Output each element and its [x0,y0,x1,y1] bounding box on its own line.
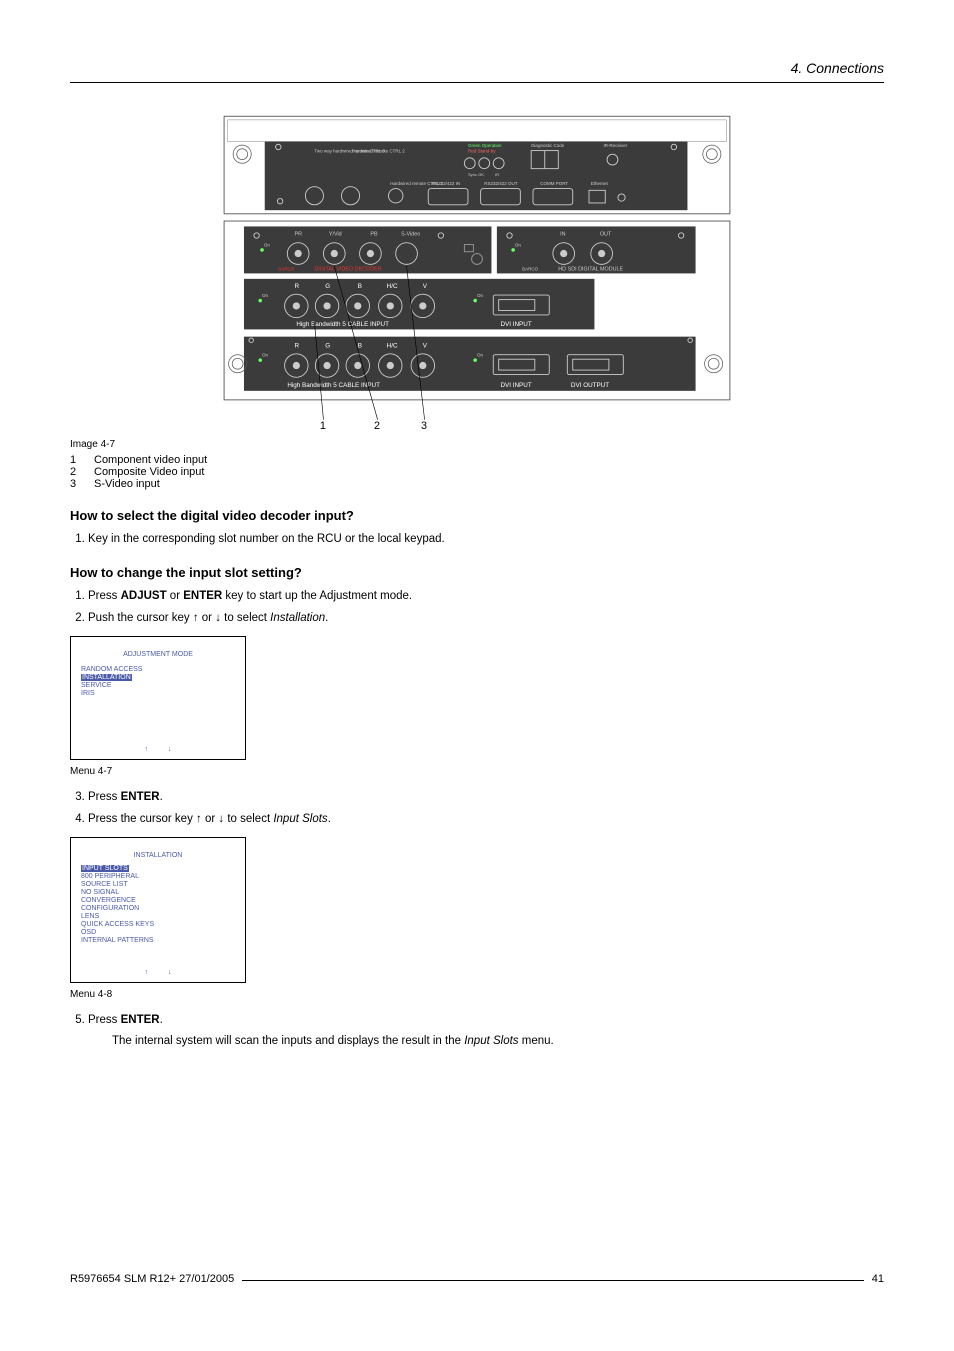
svg-text:IR: IR [495,172,499,177]
section2-step2: Push the cursor key ↑ or ↓ to select Ins… [88,610,884,626]
menu-4-7: ADJUSTMENT MODE RANDOM ACCESS INSTALLATI… [70,636,246,760]
svg-text:RS232/422 IN: RS232/422 IN [432,181,460,186]
svg-text:High Bandwidth 5 CABLE INPUT: High Bandwidth 5 CABLE INPUT [296,321,389,328]
section4-step5: Press ENTER. The internal system will sc… [88,1012,884,1048]
svg-text:Y/Vid: Y/Vid [329,231,342,237]
svg-text:Diagnostic Code: Diagnostic Code [531,143,565,148]
svg-text:PB: PB [370,231,378,237]
svg-text:H/C: H/C [387,342,398,349]
svg-text:Hardwired remote CTRL 2: Hardwired remote CTRL 2 [352,148,405,153]
svg-text:2: 2 [374,420,380,431]
section2-step1: Press ADJUST or ENTER key to start up th… [88,588,884,604]
svg-text:BARCO: BARCO [522,267,539,272]
svg-text:On: On [477,353,484,358]
svg-text:IN: IN [560,231,566,237]
svg-text:On: On [262,293,269,298]
svg-text:RS232/422 OUT: RS232/422 OUT [484,181,518,186]
svg-text:S-Video: S-Video [401,231,420,237]
footer-page: 41 [872,1273,884,1285]
section3-step4: Press the cursor key ↑ or ↓ to select In… [88,811,884,827]
svg-text:HD SDI DIGITAL MODULE: HD SDI DIGITAL MODULE [558,267,623,273]
svg-text:1: 1 [320,420,326,431]
svg-text:G: G [325,283,330,290]
menu2-caption: Menu 4-8 [70,989,884,1000]
svg-text:OUT: OUT [600,231,612,237]
page-footer: R5976654 SLM R12+ 27/01/2005 41 [70,1269,884,1285]
svg-text:On: On [477,293,484,298]
section1-title: How to select the digital video decoder … [70,508,884,523]
menu1-caption: Menu 4-7 [70,766,884,777]
svg-text:On: On [515,242,522,247]
svg-text:B: B [358,342,362,349]
svg-text:Red Stand-by: Red Stand-by [468,148,496,153]
svg-text:DVI INPUT: DVI INPUT [500,382,531,389]
svg-text:DIGITAL VIDEO DECODER: DIGITAL VIDEO DECODER [314,267,381,273]
section2-title: How to change the input slot setting? [70,565,884,580]
svg-text:On: On [264,242,271,247]
svg-text:On: On [262,353,269,358]
image-caption: Image 4-7 [70,439,884,450]
svg-text:COMM PORT: COMM PORT [540,181,568,186]
svg-text:Ethernet: Ethernet [591,181,609,186]
image-legend: 1Component video input 2Composite Video … [70,454,884,490]
svg-text:3: 3 [421,420,427,431]
menu-4-8: INSTALLATION INPUT SLOTS 800 PERIPHERAL … [70,837,246,983]
svg-text:IR-Receiver: IR-Receiver [603,143,627,148]
svg-text:B: B [358,283,362,290]
svg-text:DVI OUTPUT: DVI OUTPUT [571,382,609,389]
svg-text:High Bandwidth 5 CABLE INPUT: High Bandwidth 5 CABLE INPUT [287,382,380,389]
svg-text:Green Operation: Green Operation [468,143,502,148]
svg-text:G: G [325,342,330,349]
svg-text:H/C: H/C [387,283,398,290]
svg-text:BARCO: BARCO [278,267,295,272]
svg-text:R: R [295,342,300,349]
svg-text:Sync OK: Sync OK [468,172,484,177]
svg-text:PR: PR [295,231,303,237]
connections-diagram: Two way hardwired remote CTRL 3 Hardwire… [90,105,864,431]
footer-doc: R5976654 SLM R12+ 27/01/2005 [70,1273,234,1285]
chapter-header: 4. Connections [70,60,884,83]
svg-text:R: R [295,283,300,290]
section1-step1: Key in the corresponding slot number on … [88,531,884,547]
section3-step3: Press ENTER. [88,789,884,805]
svg-text:DVI INPUT: DVI INPUT [500,321,531,328]
